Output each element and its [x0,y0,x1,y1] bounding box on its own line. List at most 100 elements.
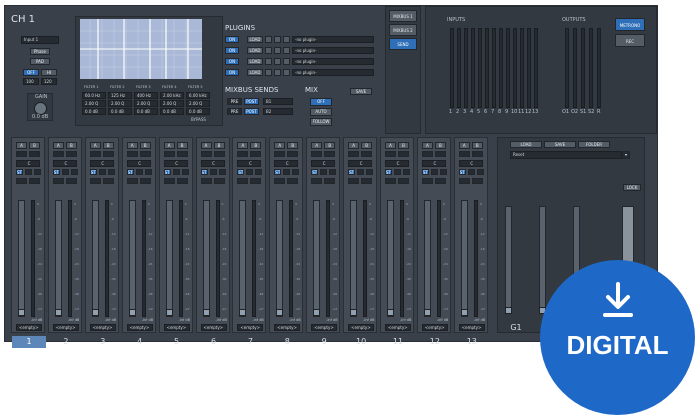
rec-arm-button[interactable] [237,151,249,157]
channel-number[interactable]: 5 [160,336,194,348]
hpf-toggle[interactable]: OFF [23,69,39,76]
fader-cap[interactable] [91,309,99,316]
m-button[interactable] [348,178,360,184]
filter-gain[interactable]: 0.0 dB [82,108,106,115]
plugin-name[interactable]: -no plugin- [292,69,374,76]
monitor-button[interactable] [361,151,373,157]
fader-cap[interactable] [165,309,173,316]
link-button[interactable] [357,169,365,175]
channel-name-field[interactable]: <empty> [311,324,338,331]
m-button[interactable] [200,178,212,184]
m-button[interactable] [16,178,27,184]
m-button[interactable] [421,178,433,184]
fader-cap[interactable] [313,309,321,316]
plugin-btn-1[interactable] [265,58,272,65]
send-button[interactable]: SEND [389,38,417,50]
chevron-down-icon[interactable]: ▾ [622,151,630,159]
st-button[interactable]: ST [421,169,429,175]
s-button[interactable] [213,178,225,184]
filter-gain[interactable]: 0.0 dB [108,108,132,115]
channel-name-field[interactable]: <empty> [89,324,116,331]
pan-field[interactable]: C [126,160,151,167]
channel-name-field[interactable]: <empty> [52,324,79,331]
channel-number[interactable]: 1 [12,336,46,348]
mix-off-button[interactable]: OFF [310,98,332,106]
send-bus-field[interactable]: B2 [263,108,293,115]
plugin-on-button[interactable]: ON [225,58,239,65]
link-button[interactable] [25,169,32,175]
eq-bypass-button[interactable]: BYPASS [191,118,206,122]
rec-arm-button[interactable] [458,151,470,157]
channel-number[interactable]: 7 [233,336,267,348]
fader-cap[interactable] [202,309,210,316]
channel-name-field[interactable]: <empty> [237,324,264,331]
channel-name-field[interactable]: <empty> [421,324,448,331]
plugin-load-button[interactable]: LOAD [247,47,263,54]
fader-cap[interactable] [54,309,62,316]
link-button[interactable] [61,169,69,175]
solo-button[interactable]: B [65,142,77,149]
plugin-name[interactable]: -no plugin- [292,58,374,65]
channel-name-field[interactable]: <empty> [16,324,42,331]
channel-name-field[interactable]: <empty> [200,324,227,331]
link-button[interactable] [135,169,143,175]
solo-button[interactable]: B [398,142,409,149]
s-button[interactable] [29,178,40,184]
plugin-on-button[interactable]: ON [225,47,239,54]
solo-button[interactable]: B [139,142,151,149]
channel-fader[interactable] [276,200,284,317]
filter-freq[interactable]: 6.00 kHz [186,92,210,99]
plugin-btn-2[interactable] [274,47,281,54]
channel-number[interactable]: 12 [418,336,452,348]
mixbus-1-button[interactable]: MIXBUS 1 [389,10,417,22]
pan-field[interactable]: C [52,160,77,167]
rec-arm-button[interactable] [311,151,323,157]
channel-fader[interactable] [91,200,99,317]
link-button[interactable] [320,169,328,175]
st-button[interactable]: ST [200,169,208,175]
plugin-btn-1[interactable] [265,69,272,76]
filter-q[interactable]: 2.00 Q [186,100,210,107]
mute-button[interactable]: A [458,142,470,149]
pan-field[interactable]: C [385,160,409,167]
hpf-button[interactable]: HI [41,69,57,76]
fx-button[interactable] [255,169,263,175]
pan-field[interactable]: C [200,160,225,167]
channel-fader[interactable] [18,200,25,317]
channel-name-field[interactable]: <empty> [458,324,485,331]
send-bus-field[interactable]: B1 [263,98,293,105]
link-button[interactable] [172,169,180,175]
rec-arm-button[interactable] [16,151,27,157]
plugin-btn-3[interactable] [283,36,290,43]
channel-fader[interactable] [54,200,62,317]
mute-button[interactable]: A [348,142,360,149]
channel-number[interactable]: 2 [49,336,83,348]
m-button[interactable] [52,178,64,184]
rec-arm-button[interactable] [274,151,286,157]
fader-cap[interactable] [350,309,358,316]
send-pre-button[interactable]: PRE [227,108,242,115]
pan-field[interactable]: C [421,160,446,167]
filter-freq[interactable]: 60.0 Hz [82,92,106,99]
group-folder-button[interactable]: FOLDER [578,141,610,148]
channel-number[interactable]: 13 [455,336,489,348]
fader-cap[interactable] [239,309,247,316]
channel-number[interactable]: 8 [270,336,304,348]
solo-button[interactable]: B [250,142,262,149]
st-button[interactable]: ST [458,169,466,175]
st-button[interactable]: ST [89,169,97,175]
channel-name-field[interactable]: <empty> [348,324,375,331]
channel-fader[interactable] [350,200,358,317]
pan-field[interactable]: C [163,160,188,167]
mute-button[interactable]: A [89,142,101,149]
s-button[interactable] [324,178,336,184]
channel-fader[interactable] [239,200,247,317]
fx-button[interactable] [107,169,115,175]
hpf-hi-field[interactable]: 120 [41,78,57,85]
channel-fader[interactable] [128,200,136,317]
monitor-button[interactable] [139,151,151,157]
solo-button[interactable]: B [471,142,483,149]
filter-q[interactable]: 2.00 Q [134,100,158,107]
mix-save-button[interactable]: SAVE [350,88,372,95]
rec-arm-button[interactable] [126,151,138,157]
